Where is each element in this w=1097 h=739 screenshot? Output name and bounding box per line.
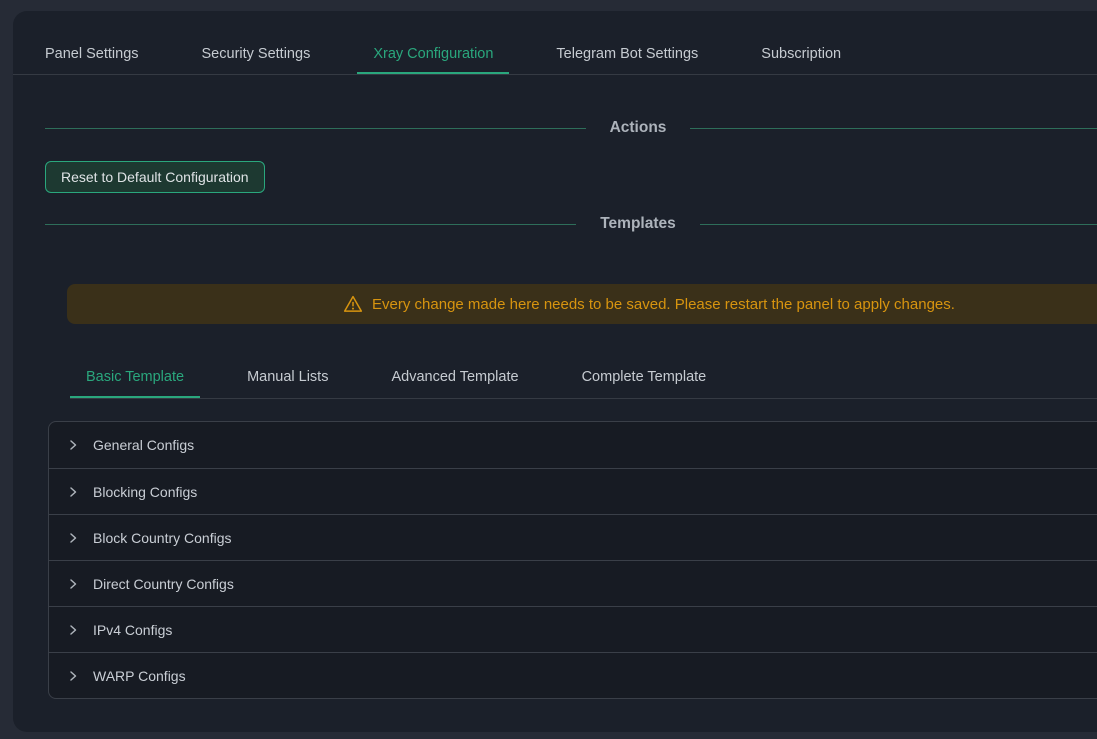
chevron-right-icon: [67, 670, 79, 682]
tab-subscription[interactable]: Subscription: [745, 43, 857, 74]
warning-banner: Every change made here needs to be saved…: [67, 284, 1097, 324]
collapse-item-label: IPv4 Configs: [93, 622, 172, 638]
settings-card: Panel Settings Security Settings Xray Co…: [13, 11, 1097, 732]
templates-divider: Templates: [45, 213, 1097, 235]
collapse-item-label: WARP Configs: [93, 668, 186, 684]
tab-manual-lists[interactable]: Manual Lists: [231, 366, 344, 398]
main-tab-bar: Panel Settings Security Settings Xray Co…: [13, 11, 1097, 75]
reset-default-config-button[interactable]: Reset to Default Configuration: [45, 161, 265, 193]
chevron-right-icon: [67, 439, 79, 451]
collapse-blocking-configs[interactable]: Blocking Configs: [49, 468, 1097, 514]
collapse-ipv4-configs[interactable]: IPv4 Configs: [49, 606, 1097, 652]
chevron-right-icon: [67, 624, 79, 636]
config-collapse-list: General Configs Blocking Configs Block C…: [48, 421, 1097, 699]
tab-telegram-bot-settings[interactable]: Telegram Bot Settings: [540, 43, 714, 74]
collapse-general-configs[interactable]: General Configs: [49, 422, 1097, 468]
warning-triangle-icon: [343, 294, 363, 314]
collapse-item-label: General Configs: [93, 437, 194, 453]
collapse-warp-configs[interactable]: WARP Configs: [49, 652, 1097, 698]
tab-xray-configuration[interactable]: Xray Configuration: [357, 43, 509, 74]
tab-advanced-template[interactable]: Advanced Template: [375, 366, 534, 398]
tab-complete-template[interactable]: Complete Template: [566, 366, 723, 398]
collapse-item-label: Block Country Configs: [93, 530, 232, 546]
collapse-direct-country-configs[interactable]: Direct Country Configs: [49, 560, 1097, 606]
actions-divider: Actions: [45, 117, 1097, 139]
chevron-right-icon: [67, 532, 79, 544]
actions-divider-label: Actions: [586, 119, 691, 137]
warning-banner-text: Every change made here needs to be saved…: [372, 296, 955, 313]
template-tab-bar: Basic Template Manual Lists Advanced Tem…: [70, 366, 1097, 399]
chevron-right-icon: [67, 578, 79, 590]
tab-panel-settings[interactable]: Panel Settings: [29, 43, 155, 74]
tab-security-settings[interactable]: Security Settings: [186, 43, 327, 74]
templates-divider-label: Templates: [576, 215, 700, 233]
chevron-right-icon: [67, 486, 79, 498]
tab-basic-template[interactable]: Basic Template: [70, 366, 200, 398]
collapse-item-label: Direct Country Configs: [93, 576, 234, 592]
collapse-item-label: Blocking Configs: [93, 484, 197, 500]
collapse-block-country-configs[interactable]: Block Country Configs: [49, 514, 1097, 560]
